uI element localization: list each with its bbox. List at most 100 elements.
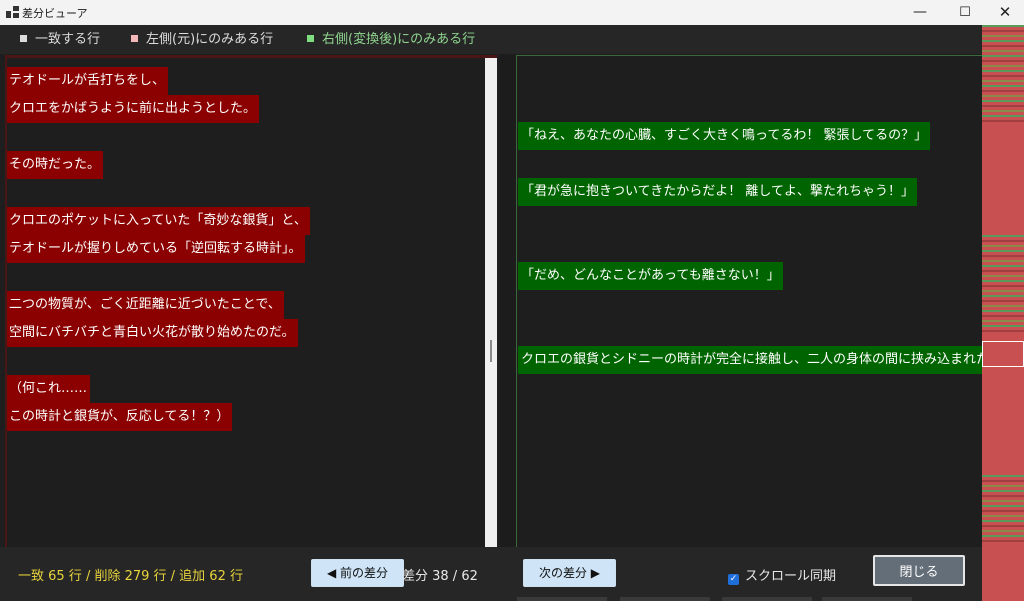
right-line-text bbox=[518, 206, 524, 234]
right-line: 「ねえ、あなたの心臓、すごく大きく鳴ってるわ！ 緊張してるの？」 bbox=[518, 122, 983, 150]
minimap-band bbox=[982, 235, 1024, 335]
close-window-button[interactable]: ✕ bbox=[982, 0, 1024, 25]
left-line-text bbox=[7, 123, 12, 151]
minimap-stripe bbox=[982, 45, 1024, 47]
left-line: その時だった。 bbox=[7, 151, 483, 179]
right-line bbox=[518, 66, 983, 94]
left-line bbox=[7, 123, 483, 151]
right-line: クロエの銀貨とシドニーの時計が完全に接触し、二人の身体の間に挟み込まれた bbox=[518, 346, 983, 374]
minimap-stripe bbox=[982, 70, 1024, 72]
minimap-stripe bbox=[982, 250, 1024, 252]
minimap-stripe bbox=[982, 535, 1024, 537]
legend-right-only: 右側(変換後)にのみある行 bbox=[307, 25, 475, 54]
right-line-text: 「だめ、どんなことがあっても離さない！」 bbox=[518, 262, 783, 290]
minimap-stripe bbox=[982, 75, 1024, 77]
minimap-stripe bbox=[982, 35, 1024, 37]
left-line-text: この時計と銀貨が、反応してる！？） bbox=[7, 403, 233, 431]
right-line: 「君が急に抱きついてきたからだよ！ 離してよ、撃たれちゃう！」 bbox=[518, 178, 983, 206]
minimap-stripe bbox=[982, 60, 1024, 62]
close-button[interactable]: 閉じる bbox=[873, 555, 965, 586]
right-line bbox=[518, 318, 983, 346]
left-line: テオドールが舌打ちをし、 bbox=[7, 67, 483, 95]
title-bar: 差分ビューア — ☐ ✕ bbox=[0, 0, 1024, 25]
legend-left-label: 左側(元)にのみある行 bbox=[146, 32, 274, 47]
left-line-text: 空間にバチバチと青白い火花が散り始めたのだ。 bbox=[7, 319, 298, 347]
app-icon bbox=[6, 6, 19, 18]
minimap-stripe bbox=[982, 100, 1024, 102]
left-line-text bbox=[7, 263, 12, 291]
right-line-text bbox=[518, 94, 524, 122]
left-line-text bbox=[7, 179, 12, 207]
minimap-stripe bbox=[982, 90, 1024, 92]
minimap-stripe bbox=[982, 265, 1024, 267]
right-line bbox=[518, 206, 983, 234]
minimap-stripe bbox=[982, 50, 1024, 52]
legend-right-swatch bbox=[307, 35, 314, 42]
legend-left-swatch bbox=[131, 35, 138, 42]
right-line-text: 「君が急に抱きついてきたからだよ！ 離してよ、撃たれちゃう！」 bbox=[518, 178, 917, 206]
minimap-viewport[interactable] bbox=[982, 341, 1024, 367]
minimap-stripe bbox=[982, 95, 1024, 97]
right-lines: 「ねえ、あなたの心臓、すごく大きく鳴ってるわ！ 緊張してるの？」 「君が急に抱きつ… bbox=[518, 66, 983, 374]
minimap-stripe bbox=[982, 255, 1024, 257]
left-line: 二つの物質が、ごく近距離に近づいたことで、 bbox=[7, 291, 483, 319]
minimap-stripe bbox=[982, 80, 1024, 82]
left-line bbox=[7, 347, 483, 375]
left-line: テオドールが握りしめている「逆回転する時計」。 bbox=[7, 235, 483, 263]
left-line-text: クロエをかばうように前に出ようとした。 bbox=[7, 95, 260, 123]
checkbox-checked-icon[interactable]: ✓ bbox=[728, 574, 739, 585]
minimap-stripe bbox=[982, 120, 1024, 122]
minimap-stripe bbox=[982, 500, 1024, 502]
window-title: 差分ビューア bbox=[22, 7, 88, 20]
minimap-stripe bbox=[982, 275, 1024, 277]
minimap-stripe bbox=[982, 285, 1024, 287]
minimap-stripe bbox=[982, 525, 1024, 527]
scroll-sync-label: スクロール同期 bbox=[745, 569, 837, 584]
minimap-stripe bbox=[982, 270, 1024, 272]
left-line bbox=[7, 263, 483, 291]
right-line bbox=[518, 150, 983, 178]
diff-counter: 差分 38 / 62 bbox=[402, 569, 478, 584]
right-line bbox=[518, 94, 983, 122]
minimap-stripe bbox=[982, 85, 1024, 87]
left-line: 空間にバチバチと青白い火花が散り始めたのだ。 bbox=[7, 319, 483, 347]
scroll-sync-checkbox[interactable]: ✓ スクロール同期 bbox=[728, 565, 836, 585]
footer-bar: 一致 65 行 / 削除 279 行 / 追加 62 行 ◀ 前の差分 差分 3… bbox=[0, 547, 982, 601]
left-scrollbar-thumb[interactable] bbox=[490, 340, 492, 362]
left-text-pane[interactable]: テオドールが舌打ちをし、 クロエをかばうように前に出ようとした。 その時だった。 クロ… bbox=[5, 55, 497, 550]
next-diff-button[interactable]: 次の差分 ▶ bbox=[523, 559, 616, 587]
right-line-text bbox=[518, 290, 524, 318]
minimap-band bbox=[982, 25, 1024, 125]
minimap-stripe bbox=[982, 330, 1024, 332]
right-text-pane[interactable]: 「ねえ、あなたの心臓、すごく大きく鳴ってるわ！ 緊張してるの？」 「君が急に抱きつ… bbox=[516, 55, 983, 548]
minimap-stripe bbox=[982, 315, 1024, 317]
right-line: 「だめ、どんなことがあっても離さない！」 bbox=[518, 262, 983, 290]
minimap-stripe bbox=[982, 295, 1024, 297]
minimap-stripe bbox=[982, 475, 1024, 477]
legend-same-swatch bbox=[20, 35, 27, 42]
diff-stats: 一致 65 行 / 削除 279 行 / 追加 62 行 bbox=[18, 569, 243, 584]
diff-minimap[interactable] bbox=[982, 25, 1024, 601]
left-line: この時計と銀貨が、反応してる！？） bbox=[7, 403, 483, 431]
partial-control bbox=[822, 597, 912, 601]
right-line-text bbox=[518, 66, 524, 94]
minimize-button[interactable]: — bbox=[897, 0, 943, 25]
partial-control bbox=[722, 597, 812, 601]
minimap-band bbox=[982, 475, 1024, 545]
right-line bbox=[518, 290, 983, 318]
partial-control bbox=[517, 597, 607, 601]
minimap-stripe bbox=[982, 520, 1024, 522]
prev-diff-button[interactable]: ◀ 前の差分 bbox=[311, 559, 404, 587]
right-line bbox=[518, 234, 983, 262]
right-line-text bbox=[518, 318, 524, 346]
minimap-stripe bbox=[982, 300, 1024, 302]
right-line-text bbox=[518, 234, 524, 262]
left-line-text: テオドールが握りしめている「逆回転する時計」。 bbox=[7, 235, 305, 263]
pane-divider bbox=[500, 55, 516, 547]
left-line: クロエをかばうように前に出ようとした。 bbox=[7, 95, 483, 123]
minimap-stripe bbox=[982, 480, 1024, 482]
left-scrollbar[interactable] bbox=[485, 58, 497, 550]
minimap-stripe bbox=[982, 105, 1024, 107]
minimap-stripe bbox=[982, 260, 1024, 262]
legend-left-only: 左側(元)にのみある行 bbox=[131, 25, 273, 54]
